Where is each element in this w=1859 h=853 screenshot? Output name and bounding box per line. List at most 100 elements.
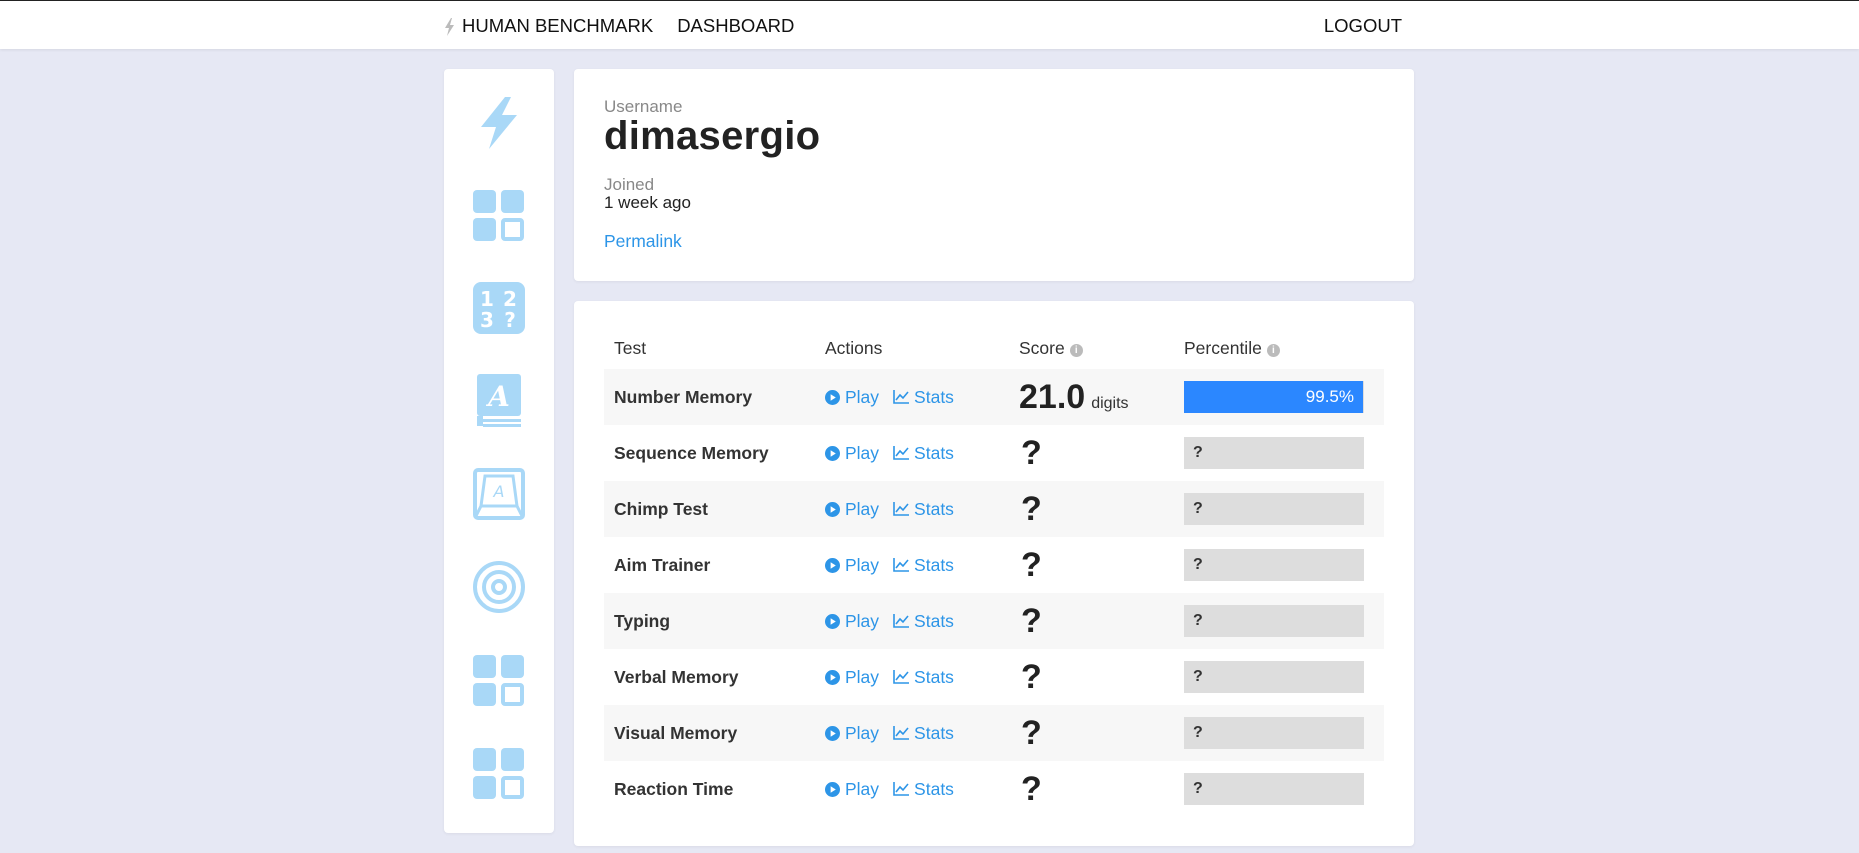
play-icon (825, 557, 840, 573)
percentile-cell: ? (1184, 605, 1384, 637)
play-button[interactable]: Play (825, 499, 879, 520)
play-icon (825, 501, 840, 517)
percentile-cell: ? (1184, 717, 1384, 749)
table-row: Typing Play Stats ? ? (604, 593, 1384, 649)
svg-text:3: 3 (480, 308, 494, 332)
score-cell: ? (1019, 772, 1184, 806)
test-name: Aim Trainer (614, 554, 711, 575)
stats-label: Stats (914, 386, 954, 407)
table-body: Number Memory Play Stats 21.0 digits 99.5… (604, 369, 1384, 817)
permalink-link[interactable]: Permalink (604, 231, 682, 252)
stats-button[interactable]: Stats (893, 387, 954, 408)
stats-button[interactable]: Stats (893, 555, 954, 576)
stats-label: Stats (914, 610, 954, 631)
percentile-bar: ? (1184, 717, 1364, 749)
stats-button[interactable]: Stats (893, 499, 954, 520)
play-icon (825, 445, 840, 461)
stats-button[interactable]: Stats (893, 443, 954, 464)
logout-link[interactable]: LOGOUT (1324, 15, 1402, 37)
test-name: Sequence Memory (614, 442, 769, 463)
score-cell: ? (1019, 436, 1184, 470)
stats-button[interactable]: Stats (893, 611, 954, 632)
chart-icon (893, 390, 910, 404)
play-label: Play (845, 666, 880, 687)
header-score-label: Score (1019, 337, 1065, 358)
play-label: Play (845, 386, 880, 407)
play-icon (825, 613, 840, 629)
play-button[interactable]: Play (825, 779, 879, 800)
svg-text:A: A (493, 482, 505, 501)
play-button[interactable]: Play (825, 387, 879, 408)
score-value: ? (1021, 714, 1042, 752)
percentile-text: ? (1193, 444, 1203, 461)
actions-cell: Play Stats (825, 555, 1019, 576)
number-memory-icon[interactable]: 1 2 3 ? (472, 281, 526, 335)
play-label: Play (845, 554, 880, 575)
bolt-icon[interactable] (472, 96, 526, 150)
svg-text:?: ? (504, 308, 516, 332)
percentile-bar: ? (1184, 493, 1364, 525)
play-button[interactable]: Play (825, 555, 879, 576)
dashboard-link[interactable]: DASHBOARD (677, 15, 794, 37)
percentile-cell: ? (1184, 437, 1384, 469)
stats-button[interactable]: Stats (893, 723, 954, 744)
table-row: Reaction Time Play Stats ? ? (604, 761, 1384, 817)
navbar-inner: HUMAN BENCHMARK DASHBOARD LOGOUT (444, 1, 1414, 50)
actions-cell: Play Stats (825, 443, 1019, 464)
chart-icon (893, 670, 910, 684)
score-value: ? (1021, 658, 1042, 696)
joined-label: Joined (604, 175, 655, 194)
percentile-bar: ? (1184, 437, 1364, 469)
actions-cell: Play Stats (825, 387, 1019, 408)
chart-icon (893, 502, 910, 516)
header-score: Score i (1019, 338, 1184, 359)
percentile-text: ? (1193, 612, 1203, 629)
percentile-bar: ? (1184, 661, 1364, 693)
chart-icon (893, 614, 910, 628)
test-name: Number Memory (614, 386, 753, 407)
chart-icon (893, 558, 910, 572)
percentile-text: ? (1193, 724, 1203, 741)
play-label: Play (845, 778, 880, 799)
stats-label: Stats (914, 498, 954, 519)
score-unit: digits (1091, 394, 1129, 412)
percentile-cell: ? (1184, 661, 1384, 693)
play-button[interactable]: Play (825, 611, 879, 632)
aim-trainer-icon[interactable] (472, 560, 526, 614)
top-navbar: HUMAN BENCHMARK DASHBOARD LOGOUT (0, 0, 1859, 49)
play-icon (825, 669, 840, 685)
scores-card: Test Actions Score i Percentile i Number M… (574, 301, 1414, 846)
test-name: Typing (614, 610, 671, 631)
actions-cell: Play Stats (825, 779, 1019, 800)
percentile-text: ? (1193, 556, 1203, 573)
header-actions: Actions (825, 337, 883, 358)
stats-label: Stats (914, 554, 954, 575)
brand-link[interactable]: HUMAN BENCHMARK (444, 15, 653, 37)
stats-button[interactable]: Stats (893, 779, 954, 800)
grid-icon[interactable] (472, 747, 526, 801)
username: dimasergio (604, 114, 821, 158)
test-name: Verbal Memory (614, 666, 739, 687)
test-sidebar: 1 2 3 ? A A (444, 69, 554, 833)
play-button[interactable]: Play (825, 443, 879, 464)
info-icon[interactable]: i (1266, 343, 1280, 357)
header-test: Test (614, 337, 647, 358)
table-row: Visual Memory Play Stats ? ? (604, 705, 1384, 761)
verbal-memory-icon[interactable]: A (472, 374, 526, 428)
percentile-cell: ? (1184, 773, 1384, 805)
play-button[interactable]: Play (825, 667, 879, 688)
play-button[interactable]: Play (825, 723, 879, 744)
table-row: Aim Trainer Play Stats ? ? (604, 537, 1384, 593)
score-cell: ? (1019, 660, 1184, 694)
table-header: Test Actions Score i Percentile i (604, 327, 1384, 369)
grid-icon[interactable] (472, 654, 526, 708)
percentile-text: 99.5% (1305, 387, 1354, 406)
play-label: Play (845, 722, 880, 743)
stats-button[interactable]: Stats (893, 667, 954, 688)
grid-icon[interactable] (472, 189, 526, 243)
info-icon[interactable]: i (1069, 343, 1083, 357)
play-label: Play (845, 442, 880, 463)
chart-icon (893, 782, 910, 796)
percentile-cell: ? (1184, 549, 1384, 581)
typing-icon[interactable]: A (472, 467, 526, 521)
